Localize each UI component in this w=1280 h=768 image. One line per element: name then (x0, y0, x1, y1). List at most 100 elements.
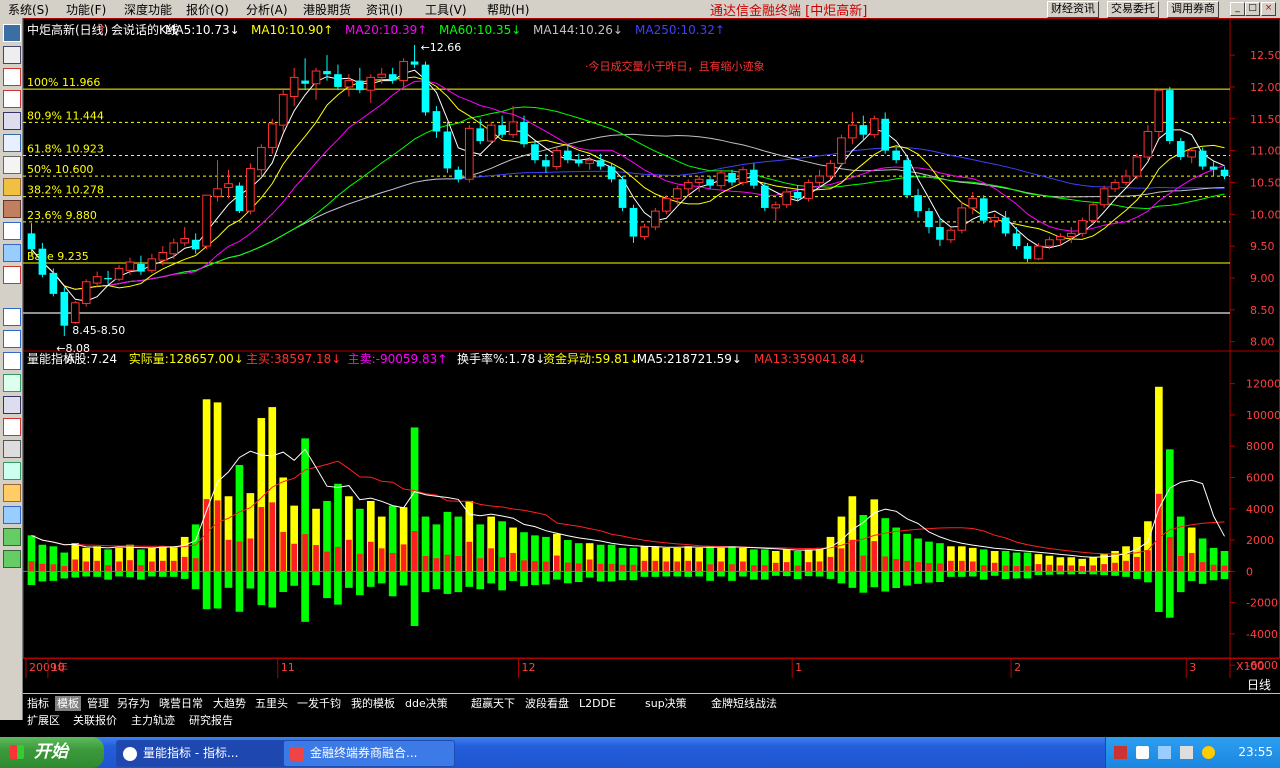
candle-body (979, 198, 988, 221)
ma5-line (31, 69, 1225, 302)
menu-analysis[interactable]: 分析(A) (246, 1, 288, 18)
mail-icon[interactable] (3, 178, 21, 196)
fund-icon[interactable] (3, 222, 21, 240)
menu-system[interactable]: 系统(S) (8, 1, 49, 18)
tab-1[interactable]: 模板 (55, 696, 81, 711)
volume-icon[interactable] (1180, 746, 1193, 759)
candle-body (1045, 239, 1054, 247)
kline-chart[interactable]: 中炬高新(日线)↑ 会说话的K线MA5:10.73↓ MA10:10.90↑ MA20… (23, 18, 1280, 678)
menu-hk-futures[interactable]: 港股期货 (303, 1, 351, 18)
tab-0[interactable]: 指标 (25, 696, 51, 711)
info-icon[interactable] (3, 134, 21, 152)
tab-4[interactable]: 晓营日常 (157, 696, 205, 711)
tab-12[interactable]: L2DDE (577, 696, 618, 711)
fib-label-0: 100% 11.966 (27, 76, 100, 89)
menu-help[interactable]: 帮助(H) (487, 1, 529, 18)
start-button[interactable]: 开始 (0, 737, 104, 768)
indicator-tabs: 指标 模板 管理 另存为 晓营日常 大趋势 五里头 一发千钧 我的模板 dde决策 超赢天下 波段看盘… (23, 693, 1280, 712)
menu-function[interactable]: 功能(F) (66, 1, 106, 18)
candle-body (224, 183, 233, 189)
trend-icon[interactable] (3, 308, 21, 326)
pencil-icon[interactable] (3, 484, 21, 502)
candle-body (1220, 169, 1229, 177)
menu-tools[interactable]: 工具(V) (425, 1, 467, 18)
sell-volume-bar (979, 571, 988, 580)
ime-icon[interactable] (1114, 746, 1127, 759)
ext-tab-1[interactable]: 关联报价 (71, 713, 119, 728)
tab-5[interactable]: 大趋势 (211, 696, 248, 711)
list-icon[interactable] (3, 46, 21, 64)
candle-body (563, 150, 572, 161)
arrow-down-icon[interactable] (3, 550, 21, 568)
help-icon[interactable] (1136, 746, 1149, 759)
qq-icon[interactable] (1202, 746, 1215, 759)
kline-icon[interactable] (3, 90, 21, 108)
export-icon[interactable] (3, 462, 21, 480)
report-icon[interactable] (3, 156, 21, 174)
sell-volume-bar (246, 571, 255, 589)
candle-body (464, 127, 474, 180)
buy-volume-bar (926, 563, 932, 572)
etf-icon[interactable] (3, 266, 21, 284)
buy-volume-bar (805, 562, 812, 572)
sell-volume-bar (574, 571, 583, 583)
tab-8[interactable]: 我的模板 (349, 696, 397, 711)
trade-button[interactable]: 交易委托 (1107, 1, 1159, 18)
ext-tab-2[interactable]: 主力轨迹 (129, 713, 177, 728)
taskbar-item-indicator[interactable]: 量能指标 - 指标... (116, 740, 288, 767)
maximize-icon[interactable]: □ (1245, 2, 1260, 16)
tab-3[interactable]: 另存为 (115, 696, 152, 711)
stats-icon[interactable] (3, 374, 21, 392)
buy-volume-bar (948, 560, 954, 572)
candle-body (356, 80, 364, 91)
broker-button[interactable]: 调用券商 (1167, 1, 1219, 18)
buy-volume-bar (1057, 565, 1064, 572)
menu-deep-function[interactable]: 深度功能 (124, 1, 172, 18)
candle-body (848, 124, 857, 139)
arrow-up-icon[interactable] (3, 528, 21, 546)
tab-10[interactable]: 超赢天下 (469, 696, 517, 711)
buy-volume-bar (761, 565, 768, 572)
buy-volume-bar (83, 561, 90, 572)
search-icon[interactable] (3, 244, 21, 262)
tab-6[interactable]: 五里头 (253, 696, 290, 711)
macd-icon[interactable] (3, 352, 21, 370)
menu-news[interactable]: 资讯(I) (366, 1, 403, 18)
chart-area[interactable]: 中炬高新(日线) ↑ 会说话的K线 MA5:10.73↓ MA10:10.90↑ MA20… (23, 18, 1280, 678)
move-icon[interactable] (3, 506, 21, 524)
sell-volume-bar (191, 571, 200, 590)
fib-label-2: 61.8% 10.923 (27, 143, 104, 156)
calc-icon[interactable] (3, 396, 21, 414)
candle-body (213, 188, 222, 197)
menu-quote[interactable]: 报价(Q) (186, 1, 229, 18)
candle-body (344, 80, 354, 88)
tools-icon[interactable] (3, 440, 21, 458)
tab-13[interactable]: sup决策 (643, 696, 689, 711)
minimize-icon[interactable]: _ (1230, 2, 1245, 16)
network-icon[interactable] (1158, 746, 1171, 759)
ext-tab-0[interactable]: 扩展区 (25, 713, 62, 728)
news-button[interactable]: 财经资讯 (1047, 1, 1099, 18)
line-chart-icon[interactable] (3, 68, 21, 86)
rsi-icon[interactable] (3, 330, 21, 348)
quote-icon[interactable] (3, 24, 21, 42)
tab-2[interactable]: 管理 (85, 696, 111, 711)
ext-tab-3[interactable]: 研究报告 (187, 713, 235, 728)
tab-7[interactable]: 一发千钧 (295, 696, 343, 711)
low-price-label: ←8.08 (56, 342, 90, 355)
candle-body (542, 160, 550, 167)
app-icon (123, 746, 137, 761)
buy-volume-bar (1221, 565, 1228, 572)
windows-logo-icon (10, 745, 24, 759)
dollar-icon[interactable] (3, 418, 21, 436)
taskbar-item-terminal[interactable]: 金融终端券商融合... (283, 740, 455, 767)
buy-volume-bar (181, 556, 188, 572)
period-label[interactable]: 日线 (1239, 677, 1279, 693)
close-icon[interactable]: × (1261, 2, 1276, 16)
multi-window-icon[interactable] (3, 112, 21, 130)
tab-14[interactable]: 金牌短线战法 (709, 696, 779, 711)
tab-11[interactable]: 波段看盘 (523, 696, 571, 711)
buy-volume-bar (521, 560, 527, 572)
users-icon[interactable] (3, 200, 21, 218)
tab-9[interactable]: dde决策 (403, 696, 450, 711)
